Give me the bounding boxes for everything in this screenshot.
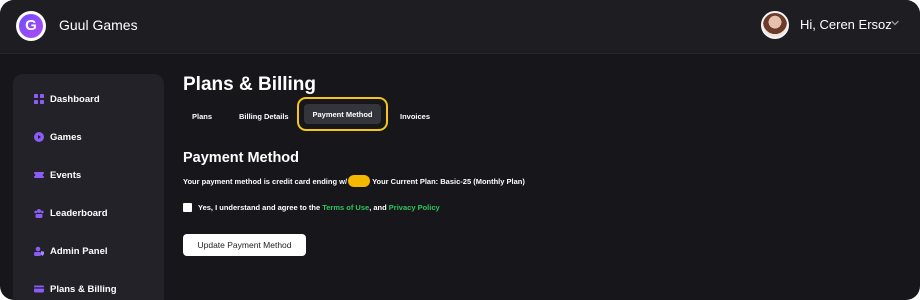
sidebar-item-plans-billing[interactable]: Plans & Billing xyxy=(13,274,164,300)
payment-info: Your payment method is credit card endin… xyxy=(183,175,525,187)
current-plan-text: Your Current Plan: Basic-25 (Monthly Pla… xyxy=(372,176,525,186)
tab-billing-details[interactable]: Billing Details xyxy=(239,106,289,126)
sidebar-item-label: Admin Panel xyxy=(50,245,108,257)
page-title: Plans & Billing xyxy=(183,74,317,95)
avatar[interactable] xyxy=(761,11,789,39)
terms-of-use-link[interactable]: Terms of Use xyxy=(322,203,369,212)
credit-card-icon xyxy=(34,285,44,293)
logo-mark: G xyxy=(19,14,43,38)
tab-invoices[interactable]: Invoices xyxy=(400,106,430,126)
grid-icon xyxy=(34,94,44,104)
sidebar-item-label: Leaderboard xyxy=(50,207,108,219)
card-text: Your payment method is credit card endin… xyxy=(183,176,348,186)
redacted-card-number xyxy=(348,175,371,187)
app-title: Guul Games xyxy=(59,17,138,33)
tab-plans[interactable]: Plans xyxy=(192,106,212,126)
sidebar-item-label: Events xyxy=(50,169,82,181)
app-window: G Guul Games Hi, Ceren Ersoz Dashboard G… xyxy=(0,0,920,300)
user-greeting[interactable]: Hi, Ceren Ersoz xyxy=(800,17,892,32)
sidebar: Dashboard Games Events Leaderboard Admin… xyxy=(13,74,164,300)
agree-row: Yes, I understand and agree to the Terms… xyxy=(183,203,440,212)
play-circle-icon xyxy=(34,132,44,142)
chevron-down-icon[interactable] xyxy=(890,18,900,28)
section-title: Payment Method xyxy=(183,150,300,166)
sidebar-item-games[interactable]: Games xyxy=(13,122,164,152)
ticket-icon xyxy=(34,172,44,178)
sidebar-item-events[interactable]: Events xyxy=(13,160,164,190)
update-payment-method-button[interactable]: Update Payment Method xyxy=(183,234,306,256)
sidebar-item-admin-panel[interactable]: Admin Panel xyxy=(13,236,164,266)
sidebar-item-label: Games xyxy=(50,131,82,143)
agree-checkbox[interactable] xyxy=(183,203,192,212)
sidebar-item-dashboard[interactable]: Dashboard xyxy=(13,84,164,114)
agree-prefix: Yes, I understand and agree to the xyxy=(198,203,321,212)
users-icon xyxy=(34,209,44,218)
sidebar-item-label: Plans & Billing xyxy=(50,283,117,295)
privacy-policy-link[interactable]: Privacy Policy xyxy=(389,203,440,212)
sidebar-item-leaderboard[interactable]: Leaderboard xyxy=(13,198,164,228)
app-logo[interactable]: G xyxy=(16,11,46,41)
agree-middle: , and xyxy=(369,203,387,212)
sidebar-item-label: Dashboard xyxy=(50,93,100,105)
user-shield-icon xyxy=(34,246,44,256)
tab-payment-method[interactable]: Payment Method xyxy=(304,104,381,124)
top-bar: G Guul Games Hi, Ceren Ersoz xyxy=(0,0,920,54)
